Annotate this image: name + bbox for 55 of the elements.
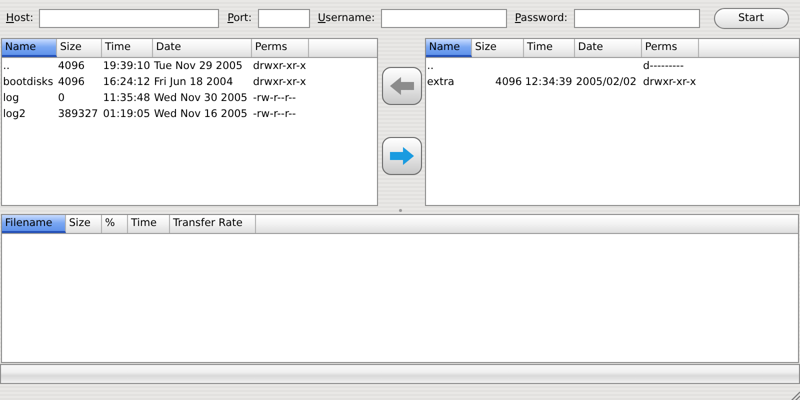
input-field[interactable] xyxy=(258,8,310,28)
column-header[interactable]: % xyxy=(102,215,128,233)
table-cell-text: 2005/02/02 xyxy=(575,76,638,88)
arrow-icon xyxy=(390,77,414,95)
column-header[interactable]: Time xyxy=(102,39,153,57)
table-cell-text: drwxr-xr-x xyxy=(252,60,308,72)
field-label: Host: xyxy=(6,12,34,24)
input-field[interactable] xyxy=(39,8,220,28)
column-header[interactable]: Filename xyxy=(2,215,66,233)
table-cell-text: Wed Nov 30 2005 xyxy=(153,92,248,104)
table-cell-text: 01:19:05 xyxy=(102,108,152,120)
table-cell-text: bootdisks xyxy=(2,76,54,88)
table-cell-text: d--------- xyxy=(642,60,685,72)
table-cell-text: drwxr-xr-x xyxy=(642,76,698,88)
column-header[interactable]: Size xyxy=(66,215,102,233)
field-label: Password: xyxy=(514,12,568,24)
table-cell-text: 4096 xyxy=(57,76,86,88)
table-cell-text: Fri Jun 18 2004 xyxy=(153,76,234,88)
field-label: Port: xyxy=(227,12,252,24)
column-header[interactable]: Date xyxy=(575,39,642,57)
column-header[interactable]: Time xyxy=(128,215,170,233)
splitter-handle[interactable] xyxy=(398,208,402,212)
column-header[interactable]: Name xyxy=(426,39,472,57)
table-cell-text: 19:39:10 xyxy=(102,60,152,72)
start-button[interactable]: Start xyxy=(714,8,789,28)
column-header[interactable]: Transfer Rate xyxy=(170,215,256,233)
table-cell-text: 4096 xyxy=(57,60,86,72)
column-header[interactable]: Date xyxy=(153,39,252,57)
column-header[interactable]: Time xyxy=(524,39,575,57)
table-cell-text: 4096 xyxy=(494,76,523,88)
field-label: Username: xyxy=(318,12,375,24)
column-header[interactable]: Perms xyxy=(252,39,309,57)
input-field[interactable] xyxy=(380,8,507,28)
table-cell-text: drwxr-xr-x xyxy=(252,76,308,88)
table-cell-text: Wed Nov 16 2005 xyxy=(153,108,248,120)
table-cell-text: 389327 xyxy=(57,108,100,120)
column-header[interactable]: Size xyxy=(472,39,524,57)
table-cell-text: -rw-r--r-- xyxy=(252,108,297,120)
column-header[interactable]: Size xyxy=(57,39,102,57)
table-cell-text: -rw-r--r-- xyxy=(252,92,297,104)
table-cell-text: extra xyxy=(426,76,456,88)
table-cell-text: 0 xyxy=(57,92,66,104)
table-cell-text: 12:34:39 xyxy=(524,76,574,88)
table-cell-text: 16:24:12 xyxy=(102,76,152,88)
table-cell-text: .. xyxy=(2,60,11,72)
arrow-icon xyxy=(390,147,414,165)
column-header[interactable]: Name xyxy=(2,39,57,57)
table-cell-text: log xyxy=(2,92,20,104)
table-cell-text: 11:35:48 xyxy=(102,92,152,104)
table-cell-text: Tue Nov 29 2005 xyxy=(153,60,244,72)
table-cell-text: .. xyxy=(426,60,435,72)
input-field[interactable] xyxy=(574,8,700,28)
table-cell-text: log2 xyxy=(2,108,27,120)
column-header[interactable]: Perms xyxy=(642,39,699,57)
transfer-right-button[interactable] xyxy=(382,137,422,175)
